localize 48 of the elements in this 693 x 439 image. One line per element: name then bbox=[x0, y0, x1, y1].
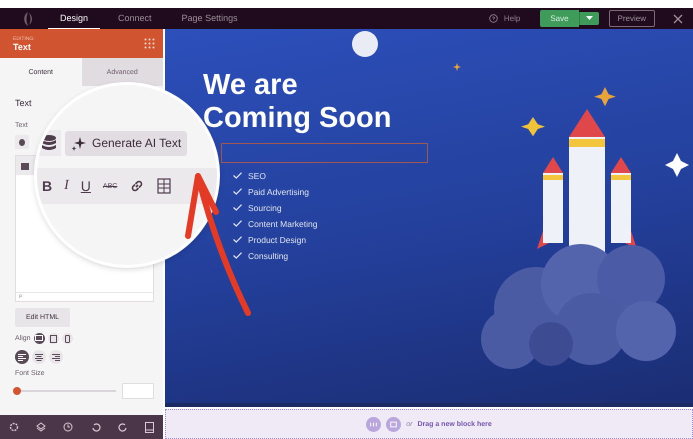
settings-icon[interactable] bbox=[8, 422, 19, 432]
help-link[interactable]: Help bbox=[504, 14, 520, 23]
redo-icon[interactable] bbox=[118, 422, 128, 432]
list-item: SEO bbox=[248, 170, 266, 180]
layers-icon[interactable] bbox=[36, 422, 46, 432]
italic-button[interactable]: I bbox=[64, 178, 69, 194]
undo-icon[interactable] bbox=[90, 422, 101, 432]
sparkle-icon bbox=[71, 136, 86, 150]
align-right-button[interactable] bbox=[49, 350, 63, 364]
hero-heading: Coming Soon bbox=[203, 102, 392, 135]
font-size-slider[interactable] bbox=[15, 387, 116, 395]
history-icon[interactable] bbox=[63, 422, 74, 432]
caret-icon bbox=[586, 16, 593, 21]
preview-button[interactable]: Preview bbox=[608, 10, 655, 27]
generate-ai-text-button[interactable]: Generate AI Text bbox=[65, 130, 188, 156]
top-tab[interactable]: Page Settings bbox=[170, 8, 250, 30]
list-item: Content Marketing bbox=[248, 218, 318, 228]
section-title: Text bbox=[15, 98, 33, 108]
list-item: Paid Advertising bbox=[248, 186, 309, 196]
module-name: Text bbox=[13, 42, 32, 52]
link-icon[interactable] bbox=[129, 178, 146, 194]
list-item: Consulting bbox=[248, 250, 288, 260]
close-icon[interactable] bbox=[673, 14, 683, 24]
desktop-icon[interactable] bbox=[34, 333, 45, 344]
save-options-button[interactable] bbox=[578, 12, 599, 25]
bold-button[interactable]: B bbox=[42, 178, 52, 194]
align-left-button[interactable] bbox=[15, 350, 29, 364]
moon-drawing bbox=[350, 29, 380, 59]
grid-dots-icon[interactable] bbox=[144, 38, 155, 49]
text-align-icon bbox=[52, 354, 60, 360]
font-size-field[interactable] bbox=[122, 383, 154, 399]
tablet-icon[interactable] bbox=[48, 333, 59, 344]
media-icon[interactable] bbox=[20, 161, 30, 171]
list-item: Product Design bbox=[248, 234, 306, 244]
underline-button[interactable]: U bbox=[80, 178, 91, 194]
sparkle-icon bbox=[453, 63, 461, 71]
text-align-icon bbox=[35, 354, 43, 360]
top-tab[interactable]: Connect bbox=[106, 8, 164, 30]
help-icon bbox=[488, 14, 498, 23]
hero-heading: We are bbox=[203, 69, 299, 102]
mobile-icon[interactable] bbox=[62, 333, 73, 344]
database-icon[interactable] bbox=[41, 134, 57, 152]
list-item: Sourcing bbox=[248, 202, 282, 212]
tablet-icon[interactable] bbox=[145, 422, 154, 432]
slider-thumb[interactable] bbox=[13, 387, 21, 395]
table-icon[interactable] bbox=[157, 178, 172, 194]
align-center-button[interactable] bbox=[32, 350, 46, 364]
text-align-icon bbox=[18, 354, 26, 360]
